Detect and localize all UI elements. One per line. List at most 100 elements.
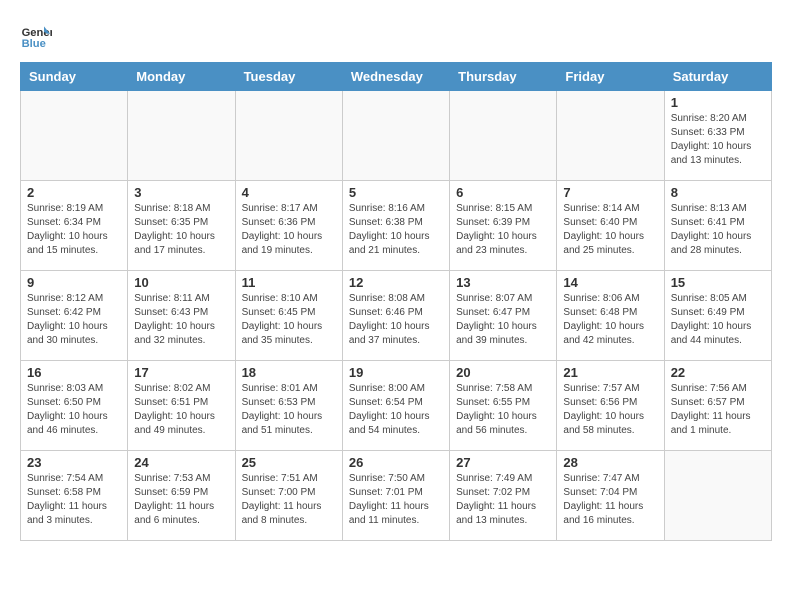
day-info: Sunrise: 8:16 AM Sunset: 6:38 PM Dayligh… xyxy=(349,202,443,258)
day-number: 28 xyxy=(563,455,657,470)
calendar-cell: 9 Sunrise: 8:12 AM Sunset: 6:42 PM Daylig… xyxy=(21,271,128,361)
day-number: 24 xyxy=(134,455,228,470)
day-info: Sunrise: 7:53 AM Sunset: 6:59 PM Dayligh… xyxy=(134,472,228,528)
day-number: 19 xyxy=(349,365,443,380)
day-number: 10 xyxy=(134,275,228,290)
day-number: 1 xyxy=(671,95,765,110)
calendar-cell: 23Sunrise: 7:54 AM Sunset: 6:58 PM Dayli… xyxy=(21,451,128,541)
calendar-cell: 15 Sunrise: 8:05 AM Sunset: 6:49 PM Dayli… xyxy=(664,271,771,361)
calendar-cell: 6 Sunrise: 8:15 AM Sunset: 6:39 PM Daylig… xyxy=(450,181,557,271)
day-number: 13 xyxy=(456,275,550,290)
day-number: 26 xyxy=(349,455,443,470)
day-number: 18 xyxy=(242,365,336,380)
calendar-cell: 19 Sunrise: 8:00 AM Sunset: 6:54 PM Dayli… xyxy=(342,361,449,451)
calendar-cell xyxy=(235,91,342,181)
calendar-cell xyxy=(450,91,557,181)
calendar-header-sunday: Sunday xyxy=(21,63,128,91)
calendar-week-2: 2Sunrise: 8:19 AM Sunset: 6:34 PM Daylig… xyxy=(21,181,772,271)
day-info: Sunrise: 8:10 AM Sunset: 6:45 PM Dayligh… xyxy=(242,292,336,348)
calendar-week-1: 1Sunrise: 8:20 AM Sunset: 6:33 PM Daylig… xyxy=(21,91,772,181)
calendar-cell: 16 Sunrise: 8:03 AM Sunset: 6:50 PM Dayli… xyxy=(21,361,128,451)
calendar-cell: 1Sunrise: 8:20 AM Sunset: 6:33 PM Daylig… xyxy=(664,91,771,181)
day-info: Sunrise: 7:54 AM Sunset: 6:58 PM Dayligh… xyxy=(27,472,121,528)
day-info: Sunrise: 8:05 AM Sunset: 6:49 PM Dayligh… xyxy=(671,292,765,348)
day-info: Sunrise: 8:13 AM Sunset: 6:41 PM Dayligh… xyxy=(671,202,765,258)
calendar-cell: 5 Sunrise: 8:16 AM Sunset: 6:38 PM Daylig… xyxy=(342,181,449,271)
calendar-cell: 18 Sunrise: 8:01 AM Sunset: 6:53 PM Dayli… xyxy=(235,361,342,451)
calendar-cell: 14 Sunrise: 8:06 AM Sunset: 6:48 PM Dayli… xyxy=(557,271,664,361)
calendar-header-tuesday: Tuesday xyxy=(235,63,342,91)
day-info: Sunrise: 7:49 AM Sunset: 7:02 PM Dayligh… xyxy=(456,472,550,528)
calendar-cell: 28Sunrise: 7:47 AM Sunset: 7:04 PM Dayli… xyxy=(557,451,664,541)
calendar-cell: 2Sunrise: 8:19 AM Sunset: 6:34 PM Daylig… xyxy=(21,181,128,271)
day-number: 3 xyxy=(134,185,228,200)
calendar-cell: 22 Sunrise: 7:56 AM Sunset: 6:57 PM Dayli… xyxy=(664,361,771,451)
calendar-cell: 24 Sunrise: 7:53 AM Sunset: 6:59 PM Dayli… xyxy=(128,451,235,541)
calendar-header-friday: Friday xyxy=(557,63,664,91)
calendar-header-thursday: Thursday xyxy=(450,63,557,91)
day-info: Sunrise: 8:17 AM Sunset: 6:36 PM Dayligh… xyxy=(242,202,336,258)
day-number: 27 xyxy=(456,455,550,470)
calendar-cell xyxy=(342,91,449,181)
day-info: Sunrise: 8:00 AM Sunset: 6:54 PM Dayligh… xyxy=(349,382,443,438)
day-info: Sunrise: 8:08 AM Sunset: 6:46 PM Dayligh… xyxy=(349,292,443,348)
day-number: 14 xyxy=(563,275,657,290)
day-number: 7 xyxy=(563,185,657,200)
calendar-cell: 3 Sunrise: 8:18 AM Sunset: 6:35 PM Daylig… xyxy=(128,181,235,271)
day-info: Sunrise: 7:51 AM Sunset: 7:00 PM Dayligh… xyxy=(242,472,336,528)
logo: General Blue xyxy=(20,20,56,52)
day-number: 4 xyxy=(242,185,336,200)
calendar-cell: 12 Sunrise: 8:08 AM Sunset: 6:46 PM Dayli… xyxy=(342,271,449,361)
calendar-cell: 27 Sunrise: 7:49 AM Sunset: 7:02 PM Dayli… xyxy=(450,451,557,541)
calendar-table: SundayMondayTuesdayWednesdayThursdayFrid… xyxy=(20,62,772,541)
day-number: 16 xyxy=(27,365,121,380)
calendar-cell: 10Sunrise: 8:11 AM Sunset: 6:43 PM Dayli… xyxy=(128,271,235,361)
calendar-cell: 21 Sunrise: 7:57 AM Sunset: 6:56 PM Dayli… xyxy=(557,361,664,451)
day-info: Sunrise: 8:19 AM Sunset: 6:34 PM Dayligh… xyxy=(27,202,121,258)
calendar-cell xyxy=(128,91,235,181)
calendar-header-wednesday: Wednesday xyxy=(342,63,449,91)
day-info: Sunrise: 8:03 AM Sunset: 6:50 PM Dayligh… xyxy=(27,382,121,438)
calendar-cell: 17Sunrise: 8:02 AM Sunset: 6:51 PM Dayli… xyxy=(128,361,235,451)
day-info: Sunrise: 7:50 AM Sunset: 7:01 PM Dayligh… xyxy=(349,472,443,528)
calendar-cell: 4 Sunrise: 8:17 AM Sunset: 6:36 PM Daylig… xyxy=(235,181,342,271)
day-number: 11 xyxy=(242,275,336,290)
calendar-cell: 7 Sunrise: 8:14 AM Sunset: 6:40 PM Daylig… xyxy=(557,181,664,271)
day-info: Sunrise: 7:56 AM Sunset: 6:57 PM Dayligh… xyxy=(671,382,765,438)
calendar-cell: 26 Sunrise: 7:50 AM Sunset: 7:01 PM Dayli… xyxy=(342,451,449,541)
calendar-header-monday: Monday xyxy=(128,63,235,91)
calendar-cell: 25 Sunrise: 7:51 AM Sunset: 7:00 PM Dayli… xyxy=(235,451,342,541)
day-info: Sunrise: 8:02 AM Sunset: 6:51 PM Dayligh… xyxy=(134,382,228,438)
svg-text:Blue: Blue xyxy=(22,38,46,50)
calendar-week-3: 9 Sunrise: 8:12 AM Sunset: 6:42 PM Daylig… xyxy=(21,271,772,361)
day-info: Sunrise: 8:14 AM Sunset: 6:40 PM Dayligh… xyxy=(563,202,657,258)
day-number: 6 xyxy=(456,185,550,200)
day-number: 20 xyxy=(456,365,550,380)
day-info: Sunrise: 8:15 AM Sunset: 6:39 PM Dayligh… xyxy=(456,202,550,258)
day-number: 8 xyxy=(671,185,765,200)
calendar-cell xyxy=(664,451,771,541)
day-info: Sunrise: 8:06 AM Sunset: 6:48 PM Dayligh… xyxy=(563,292,657,348)
day-info: Sunrise: 8:12 AM Sunset: 6:42 PM Dayligh… xyxy=(27,292,121,348)
calendar-week-5: 23Sunrise: 7:54 AM Sunset: 6:58 PM Dayli… xyxy=(21,451,772,541)
calendar-cell: 20 Sunrise: 7:58 AM Sunset: 6:55 PM Dayli… xyxy=(450,361,557,451)
day-number: 5 xyxy=(349,185,443,200)
calendar-cell: 13 Sunrise: 8:07 AM Sunset: 6:47 PM Dayli… xyxy=(450,271,557,361)
day-info: Sunrise: 7:58 AM Sunset: 6:55 PM Dayligh… xyxy=(456,382,550,438)
day-info: Sunrise: 7:57 AM Sunset: 6:56 PM Dayligh… xyxy=(563,382,657,438)
day-number: 12 xyxy=(349,275,443,290)
day-number: 15 xyxy=(671,275,765,290)
calendar-cell xyxy=(21,91,128,181)
day-number: 25 xyxy=(242,455,336,470)
calendar-cell: 11 Sunrise: 8:10 AM Sunset: 6:45 PM Dayli… xyxy=(235,271,342,361)
page-header: General Blue xyxy=(20,20,772,52)
day-number: 9 xyxy=(27,275,121,290)
day-info: Sunrise: 8:07 AM Sunset: 6:47 PM Dayligh… xyxy=(456,292,550,348)
calendar-cell xyxy=(557,91,664,181)
day-number: 21 xyxy=(563,365,657,380)
day-number: 22 xyxy=(671,365,765,380)
day-info: Sunrise: 8:01 AM Sunset: 6:53 PM Dayligh… xyxy=(242,382,336,438)
calendar-header-row: SundayMondayTuesdayWednesdayThursdayFrid… xyxy=(21,63,772,91)
day-info: Sunrise: 8:18 AM Sunset: 6:35 PM Dayligh… xyxy=(134,202,228,258)
calendar-cell: 8 Sunrise: 8:13 AM Sunset: 6:41 PM Daylig… xyxy=(664,181,771,271)
